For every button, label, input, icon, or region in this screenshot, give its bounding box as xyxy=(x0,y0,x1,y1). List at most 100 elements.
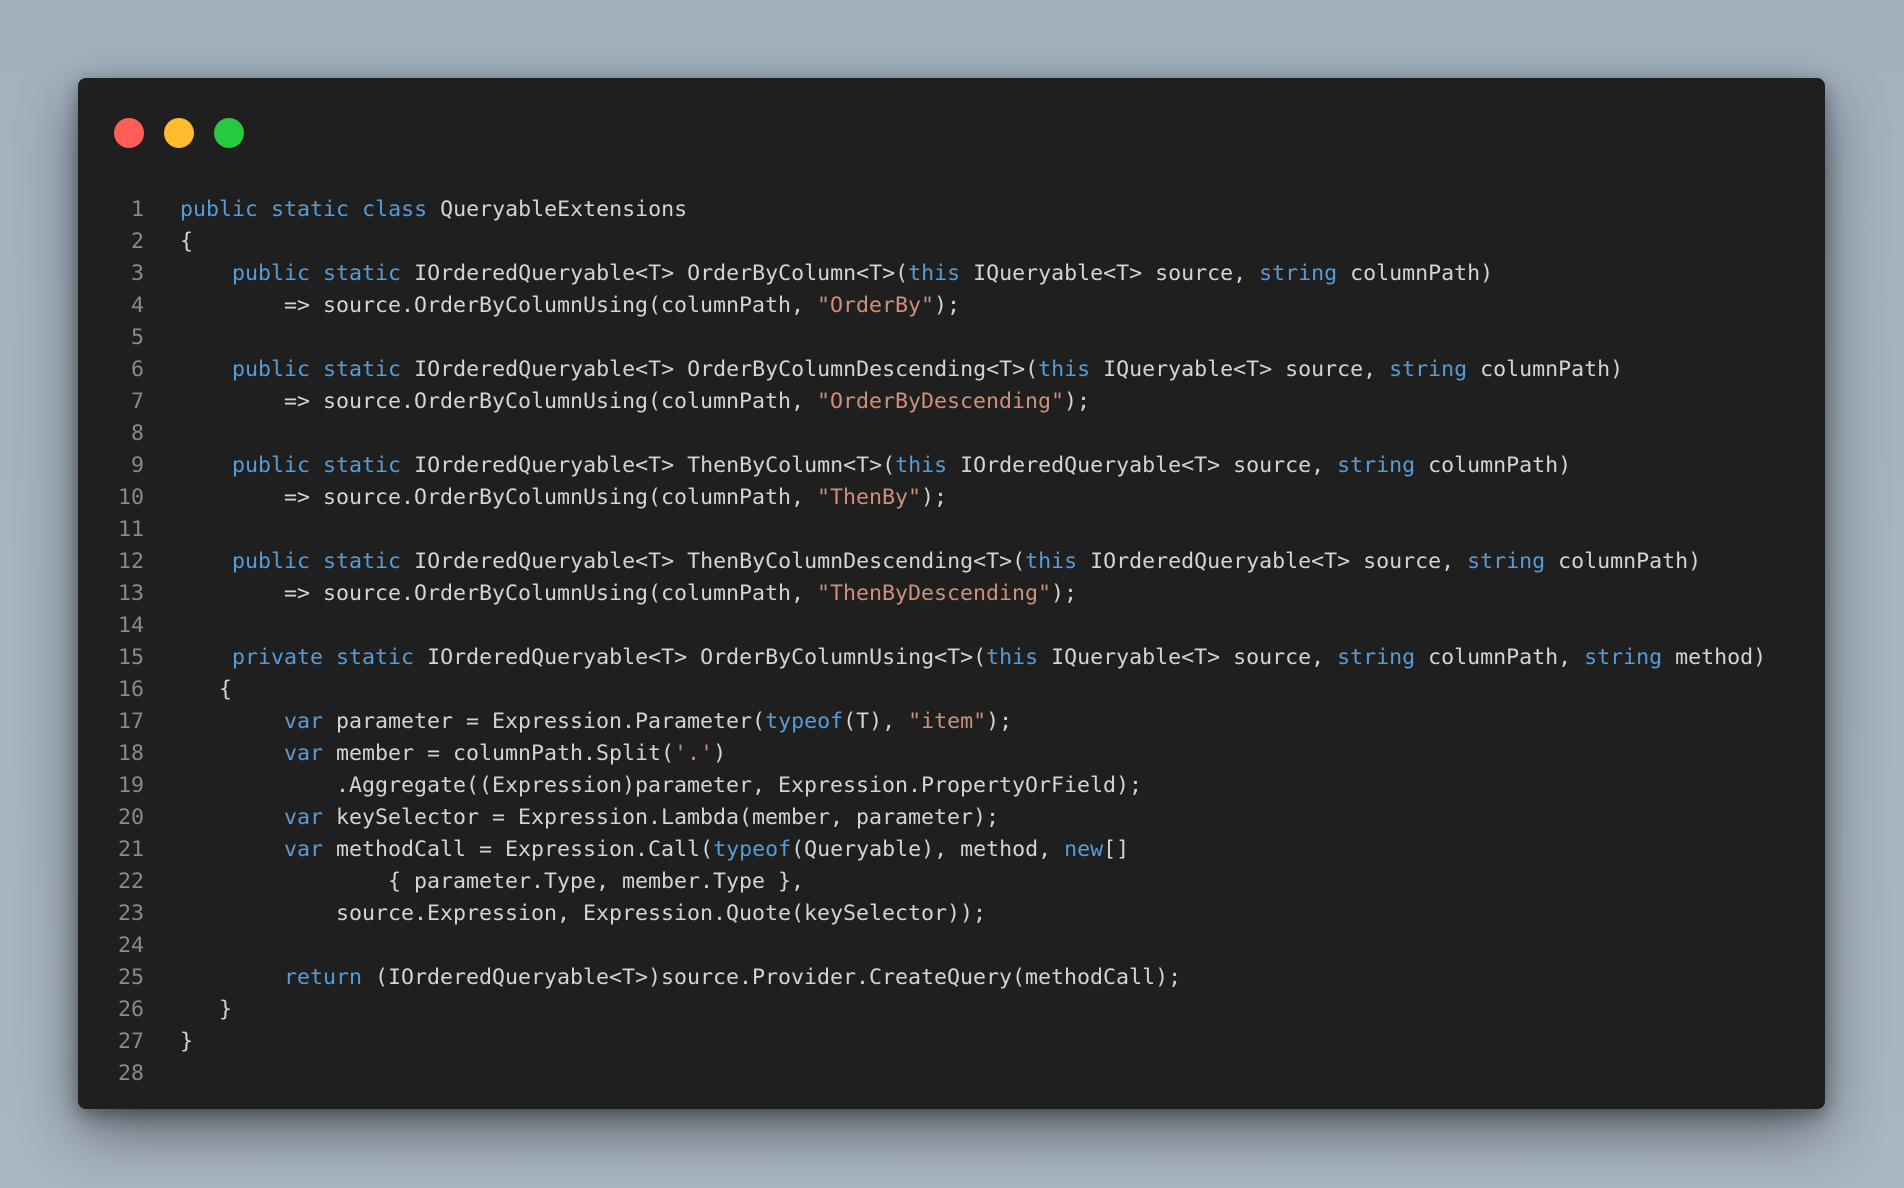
keyword-token: private xyxy=(232,645,324,670)
code-token: [] xyxy=(1103,837,1130,862)
code-line: 2{ xyxy=(78,226,1825,258)
line-number: 13 xyxy=(117,581,144,606)
keyword-token: static xyxy=(323,357,402,382)
code-token: IOrderedQueryable<T> OrderByColumnUsing<… xyxy=(414,645,987,670)
code-token: columnPath) xyxy=(1415,453,1572,478)
line-number: 27 xyxy=(117,1029,144,1054)
code-token: { xyxy=(180,229,194,254)
code-token: keySelector = Expression.Lambda(member, … xyxy=(323,805,1000,830)
code-token: (T), xyxy=(843,709,909,734)
code-line: 12 public static IOrderedQueryable<T> Th… xyxy=(78,546,1825,578)
minimize-button[interactable] xyxy=(164,118,194,148)
code-token: ); xyxy=(1064,389,1091,414)
code-line: 7 => source.OrderByColumnUsing(columnPat… xyxy=(78,386,1825,418)
line-number: 17 xyxy=(117,709,144,734)
line-number: 28 xyxy=(117,1061,144,1086)
code-token: } xyxy=(180,1029,194,1054)
keyword-token: string xyxy=(1337,645,1416,670)
keyword-token: public xyxy=(180,197,259,222)
code-token: => source.OrderByColumnUsing(columnPath, xyxy=(180,485,818,510)
code-token: IOrderedQueryable<T> OrderByColumnDescen… xyxy=(401,357,1039,382)
keyword-token: this xyxy=(908,261,961,286)
line-number: 22 xyxy=(117,869,144,894)
code-token: => source.OrderByColumnUsing(columnPath, xyxy=(180,293,818,318)
code-token: member = columnPath.Split( xyxy=(323,741,675,766)
code-token: IOrderedQueryable<T> OrderByColumn<T>( xyxy=(401,261,909,286)
line-number: 14 xyxy=(117,613,144,638)
code-line: 11 xyxy=(78,514,1825,546)
code-token: ); xyxy=(934,293,961,318)
string-token: "item" xyxy=(908,709,987,734)
code-line: 3 public static IOrderedQueryable<T> Ord… xyxy=(78,258,1825,290)
keyword-token: return xyxy=(284,965,363,990)
keyword-token: typeof xyxy=(765,709,844,734)
keyword-token: this xyxy=(895,453,948,478)
code-text: public static IOrderedQueryable<T> Order… xyxy=(144,354,1623,386)
code-line: 10 => source.OrderByColumnUsing(columnPa… xyxy=(78,482,1825,514)
keyword-token: var xyxy=(284,837,324,862)
code-token: IOrderedQueryable<T> ThenByColumn<T>( xyxy=(401,453,896,478)
code-line: 28 xyxy=(78,1058,1825,1090)
close-button[interactable] xyxy=(114,118,144,148)
string-token: '.' xyxy=(674,741,714,766)
code-token: ); xyxy=(1051,581,1078,606)
string-token: "ThenBy" xyxy=(817,485,922,510)
line-number: 21 xyxy=(117,837,144,862)
code-line: 25 return (IOrderedQueryable<T>)source.P… xyxy=(78,962,1825,994)
keyword-token: string xyxy=(1584,645,1663,670)
line-number: 5 xyxy=(130,325,144,350)
line-number: 8 xyxy=(130,421,144,446)
line-number: 12 xyxy=(117,549,144,574)
keyword-token: new xyxy=(1064,837,1104,862)
code-text: private static IOrderedQueryable<T> Orde… xyxy=(144,642,1766,674)
string-token: "OrderByDescending" xyxy=(817,389,1065,414)
code-line: 8 xyxy=(78,418,1825,450)
keyword-token: static xyxy=(323,549,402,574)
keyword-token: static xyxy=(323,261,402,286)
code-line: 19 .Aggregate((Expression)parameter, Exp… xyxy=(78,770,1825,802)
code-text: public static IOrderedQueryable<T> ThenB… xyxy=(144,450,1571,482)
code-token: parameter = Expression.Parameter( xyxy=(323,709,766,734)
line-number: 25 xyxy=(117,965,144,990)
code-text: { xyxy=(144,674,232,706)
code-token: .Aggregate((Expression)parameter, Expres… xyxy=(180,773,1143,798)
code-token: { xyxy=(180,677,233,702)
code-line: 9 public static IOrderedQueryable<T> The… xyxy=(78,450,1825,482)
code-token: columnPath, xyxy=(1415,645,1585,670)
line-number: 16 xyxy=(117,677,144,702)
keyword-token: public xyxy=(232,261,311,286)
code-text: } xyxy=(144,1026,193,1058)
keyword-token: public xyxy=(232,453,311,478)
code-line: 27} xyxy=(78,1026,1825,1058)
code-token: ); xyxy=(986,709,1013,734)
code-editor[interactable]: 1 public static class QueryableExtensions… xyxy=(78,194,1825,1090)
code-text: var parameter = Expression.Parameter(typ… xyxy=(144,706,1012,738)
keyword-token: this xyxy=(986,645,1039,670)
code-token: IOrderedQueryable<T> source, xyxy=(1077,549,1468,574)
line-number: 6 xyxy=(130,357,144,382)
keyword-token: public xyxy=(232,357,311,382)
code-token: } xyxy=(180,997,233,1022)
code-line: 1 public static class QueryableExtensions xyxy=(78,194,1825,226)
line-number: 4 xyxy=(130,293,144,318)
keyword-token: string xyxy=(1259,261,1338,286)
code-token: method) xyxy=(1662,645,1767,670)
window-controls xyxy=(114,118,244,148)
code-token: columnPath) xyxy=(1545,549,1702,574)
line-number: 26 xyxy=(117,997,144,1022)
code-token: IQueryable<T> source, xyxy=(960,261,1260,286)
code-token: ); xyxy=(921,485,948,510)
maximize-button[interactable] xyxy=(214,118,244,148)
code-text: { xyxy=(144,226,193,258)
code-line: 15 private static IOrderedQueryable<T> O… xyxy=(78,642,1825,674)
